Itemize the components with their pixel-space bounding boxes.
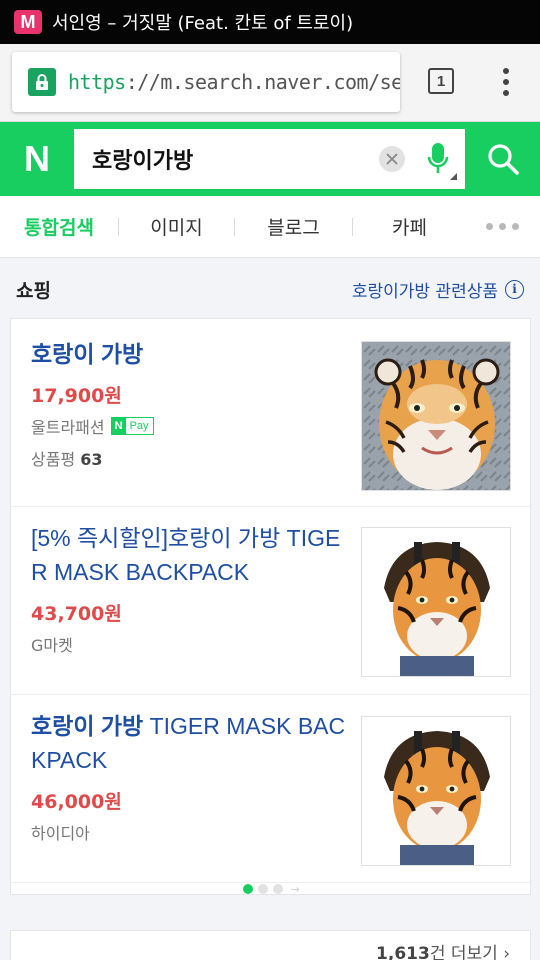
carousel-pager: → [11,883,532,896]
product-info: 호랑이 가방 TIGER MASK BACKPACK 46,000원 하이디아 [31,709,349,844]
tiger-mask-backpack-image [362,528,510,676]
product-thumbnail[interactable] [361,527,511,677]
url-text: https://m.search.naver.com/sea [68,70,400,94]
product-price: 43,700원 [31,599,349,626]
naver-pay-badge: N Pay [110,417,154,435]
product-title-highlight: 호랑이 가방 [31,713,144,739]
browser-toolbar: https://m.search.naver.com/sea 1 [0,44,540,122]
related-products-label: 호랑이가방 관련상품 [351,281,498,302]
price-currency: 원 [104,603,122,625]
mall-name: 하이디아 [31,824,90,843]
product-title[interactable]: 호랑이 가방 [31,337,349,371]
more-tabs-icon[interactable] [486,223,519,230]
search-button[interactable] [465,122,540,196]
pager-dot[interactable] [258,884,269,894]
status-bar: M 서인영 – 거짓말 (Feat. 칸토 of 트로이) [0,0,540,44]
section-title: 쇼핑 [16,279,51,302]
mall-name: G마켓 [31,636,73,655]
pager-next-icon[interactable]: → [290,883,299,896]
search-query-text: 호랑이가방 [92,149,194,174]
price-currency: 원 [104,385,122,407]
overflow-menu-icon[interactable] [494,66,518,98]
product-price: 46,000원 [31,787,349,814]
mic-options-icon [450,173,457,180]
product-mall: G마켓 [31,632,349,656]
product-thumbnail[interactable] [361,716,511,866]
price-value: 17,900 [31,385,105,407]
now-playing-text: 서인영 – 거짓말 (Feat. 칸토 of 트로이) [52,13,354,34]
result-count: 1,613 [376,944,430,960]
npay-text: Pay [129,420,149,432]
product-item[interactable]: 호랑이 가방 17,900원 울트라패션 N Pay 상품평 63 [11,319,532,507]
product-title[interactable]: [5% 즉시할인]호랑이 가방 TIGER MASK BACKPACK [31,521,349,589]
search-input[interactable]: 호랑이가방 [74,129,465,189]
pager-dot[interactable] [273,884,284,894]
search-icon [487,144,519,175]
product-mall: 하이디아 [31,820,349,844]
more-results-bar[interactable]: 1,613건 더보기 › [10,930,531,960]
product-info: 호랑이 가방 17,900원 울트라패션 N Pay 상품평 63 [31,337,349,470]
product-mall: 울트라패션 N Pay [31,414,349,438]
more-results-link[interactable]: 1,613건 더보기 › [376,939,510,960]
shopping-results-card: 호랑이 가방 17,900원 울트라패션 N Pay 상품평 63 [5% 즉시… [10,318,532,896]
product-thumbnail[interactable] [361,341,511,491]
info-icon[interactable]: i [505,279,524,299]
product-info: [5% 즉시할인]호랑이 가방 TIGER MASK BACKPACK 43,7… [31,521,349,656]
mall-name: 울트라패션 [31,418,105,437]
search-tabs: 통합검색 이미지 블로그 카페 [0,196,540,258]
naver-logo[interactable]: N [0,122,74,196]
review-label: 상품평 [31,450,76,469]
price-value: 46,000 [31,791,105,813]
pager-dot-active[interactable] [243,884,254,894]
tab-cafe[interactable]: 카페 [353,213,466,240]
clear-icon[interactable] [379,146,405,172]
review-count: 63 [80,450,103,469]
tiger-mask-backpack-image [362,717,510,865]
naver-search-header: N 호랑이가방 [0,122,540,196]
price-value: 43,700 [31,603,105,625]
product-review: 상품평 63 [31,446,349,470]
product-item[interactable]: 호랑이 가방 TIGER MASK BACKPACK 46,000원 하이디아 [11,695,532,883]
music-app-icon: M [14,10,42,34]
more-label: 건 더보기 › [429,944,510,960]
product-title-highlight: [5% 즉시할인]호랑이 가방 [31,525,281,551]
lock-icon [28,68,56,96]
product-title-highlight: 호랑이 가방 [31,341,144,367]
related-products-link[interactable]: 호랑이가방 관련상품 i [352,277,524,302]
tab-images[interactable]: 이미지 [119,213,234,240]
product-item[interactable]: [5% 즉시할인]호랑이 가방 TIGER MASK BACKPACK 43,7… [11,507,532,695]
tab-integrated-search[interactable]: 통합검색 [0,213,118,240]
tab-blog[interactable]: 블로그 [235,213,352,240]
price-currency: 원 [104,791,122,813]
product-title[interactable]: 호랑이 가방 TIGER MASK BACKPACK [31,709,349,777]
tiger-head-backpack-image [362,342,510,490]
product-price: 17,900원 [31,381,349,408]
tab-switcher-button[interactable]: 1 [428,68,454,94]
url-path: ://m.search.naver.com/sea [125,70,400,94]
microphone-icon[interactable] [421,136,457,182]
address-bar[interactable]: https://m.search.naver.com/sea [12,52,400,112]
shopping-section-header: 쇼핑 호랑이가방 관련상품 i [0,258,540,320]
npay-n: N [111,418,126,434]
url-scheme: https [68,70,126,94]
